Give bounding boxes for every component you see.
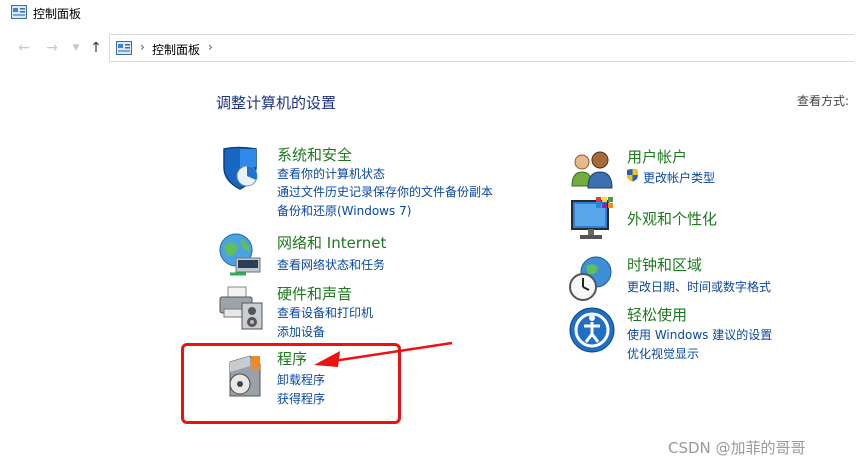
user-accounts-icon[interactable] <box>568 146 618 196</box>
network-title[interactable]: 网络和 Internet <box>277 232 386 253</box>
hardware-sound-link[interactable]: 查看设备和打印机 <box>277 304 373 321</box>
control-panel-icon <box>116 41 132 55</box>
change-account-type-link[interactable]: 更改帐户类型 <box>643 169 715 186</box>
page-title: 调整计算机的设置 <box>216 94 337 112</box>
security-shield-icon[interactable] <box>216 143 266 193</box>
ease-of-access-link[interactable]: 优化视觉显示 <box>627 345 699 362</box>
view-by-label[interactable]: 查看方式: <box>797 92 849 109</box>
network-globe-icon[interactable] <box>216 230 266 280</box>
breadcrumb-separator-icon[interactable]: › <box>140 40 145 54</box>
uac-shield-icon <box>627 169 638 182</box>
clock-region-title[interactable]: 时钟和区域 <box>627 254 702 275</box>
hardware-sound-title[interactable]: 硬件和声音 <box>277 283 352 304</box>
breadcrumb[interactable]: 控制面板 <box>152 41 200 58</box>
system-security-link[interactable]: 通过文件历史记录保存你的文件备份副本 <box>277 183 493 200</box>
system-security-link[interactable]: 备份和还原(Windows 7) <box>277 202 411 219</box>
chevron-down-icon[interactable]: ▼ <box>68 40 84 56</box>
system-security-link[interactable]: 查看你的计算机状态 <box>277 165 385 182</box>
appearance-title[interactable]: 外观和个性化 <box>627 208 717 229</box>
annotation-arrow-icon <box>314 341 453 367</box>
system-security-title[interactable]: 系统和安全 <box>277 144 352 165</box>
title-bar: 控制面板 <box>0 0 856 30</box>
change-date-time-link[interactable]: 更改日期、时间或数字格式 <box>627 278 771 295</box>
up-arrow-icon[interactable]: ↑ <box>88 40 104 56</box>
appearance-monitor-icon[interactable] <box>568 195 618 245</box>
watermark: CSDN @加菲的哥哥 <box>668 439 806 457</box>
user-accounts-title[interactable]: 用户帐户 <box>627 146 687 167</box>
address-bar[interactable]: › 控制面板 › <box>109 34 854 62</box>
breadcrumb-chevron-icon[interactable]: › <box>208 40 213 54</box>
ease-of-access-link[interactable]: 使用 Windows 建议的设置 <box>627 326 772 343</box>
navigation-bar: ← → ▼ ↑ › 控制面板 › <box>0 32 856 64</box>
control-panel-icon <box>11 5 27 19</box>
ease-of-access-icon[interactable] <box>568 306 618 356</box>
printer-icon[interactable] <box>216 283 266 333</box>
network-link[interactable]: 查看网络状态和任务 <box>277 256 385 273</box>
forward-arrow-icon[interactable]: → <box>44 40 60 56</box>
clock-globe-icon[interactable] <box>568 254 618 304</box>
window-title: 控制面板 <box>33 7 82 21</box>
back-arrow-icon[interactable]: ← <box>16 40 32 56</box>
ease-of-access-title[interactable]: 轻松使用 <box>627 304 687 325</box>
